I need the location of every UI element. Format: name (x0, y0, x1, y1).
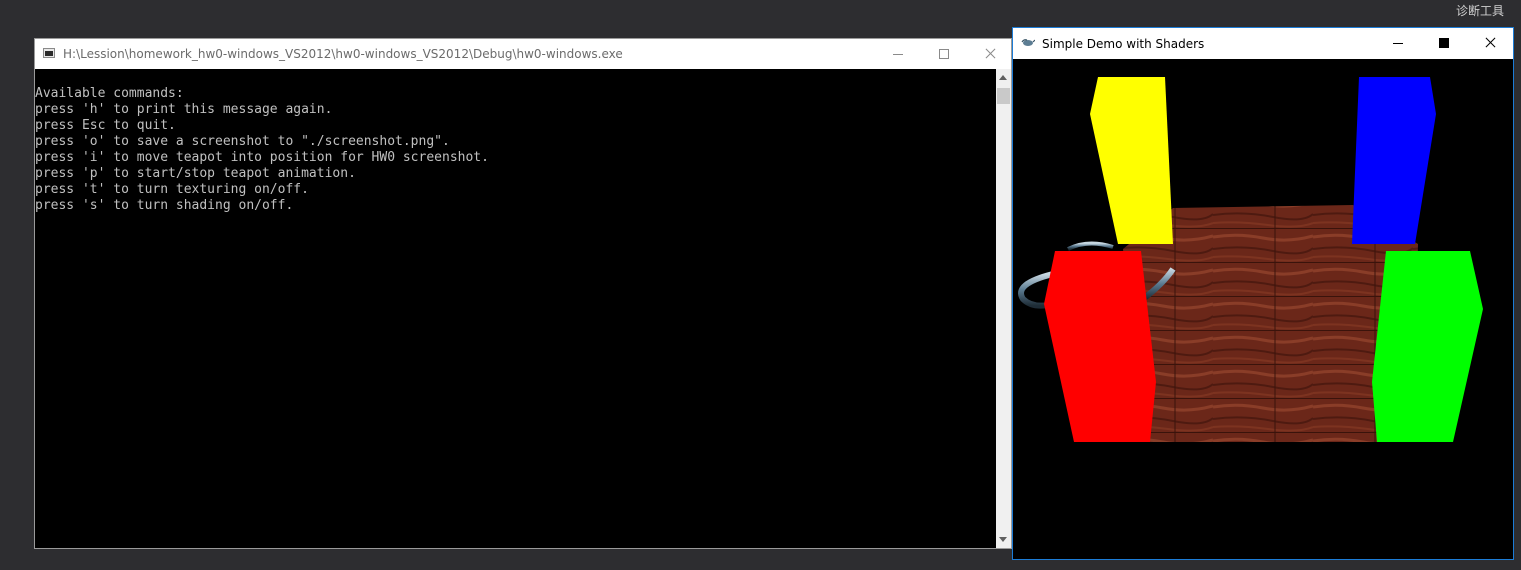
yellow-pillar (1090, 77, 1173, 244)
blue-pillar (1352, 77, 1436, 244)
console-titlebar[interactable]: H:\Lession\homework_hw0-windows_VS2012\h… (35, 39, 1011, 69)
console-line: press 'o' to save a screenshot to "./scr… (35, 134, 450, 149)
close-button[interactable] (967, 39, 1013, 69)
gl-titlebar[interactable]: Simple Demo with Shaders (1013, 28, 1513, 59)
console-window-icon (43, 48, 55, 58)
diagnostic-tools-tab[interactable]: 诊断工具 (1456, 2, 1504, 19)
console-line: press 'p' to start/stop teapot animation… (35, 166, 356, 181)
close-button[interactable] (1467, 28, 1513, 58)
console-line: press 'i' to move teapot into position f… (35, 150, 489, 165)
minimize-button[interactable] (1375, 28, 1421, 58)
scene-render (1018, 77, 1483, 442)
console-line: press 's' to turn shading on/off. (35, 198, 294, 213)
glut-app-icon (1021, 37, 1035, 47)
scroll-up-icon[interactable] (999, 75, 1007, 80)
gl-window-title: Simple Demo with Shaders (1042, 37, 1205, 51)
console-line: press Esc to quit. (35, 118, 176, 133)
gl-demo-window: Simple Demo with Shaders (1012, 27, 1514, 560)
gl-render-canvas[interactable] (1013, 59, 1513, 559)
maximize-button[interactable] (1421, 28, 1467, 58)
console-window: H:\Lession\homework_hw0-windows_VS2012\h… (34, 38, 1012, 549)
maximize-button[interactable] (921, 39, 967, 69)
console-title: H:\Lession\homework_hw0-windows_VS2012\h… (63, 47, 623, 61)
scroll-down-icon[interactable] (999, 537, 1007, 542)
console-output[interactable]: Available commands: press 'h' to print t… (35, 69, 996, 548)
teapot-lid (1067, 241, 1114, 251)
console-line: Available commands: (35, 86, 184, 101)
green-pillar (1372, 251, 1483, 442)
console-scrollbar[interactable] (996, 69, 1011, 548)
console-line: press 'h' to print this message again. (35, 102, 333, 117)
minimize-button[interactable] (875, 39, 921, 69)
scroll-thumb[interactable] (997, 88, 1010, 104)
red-pillar (1044, 251, 1156, 442)
console-line: press 't' to turn texturing on/off. (35, 182, 309, 197)
